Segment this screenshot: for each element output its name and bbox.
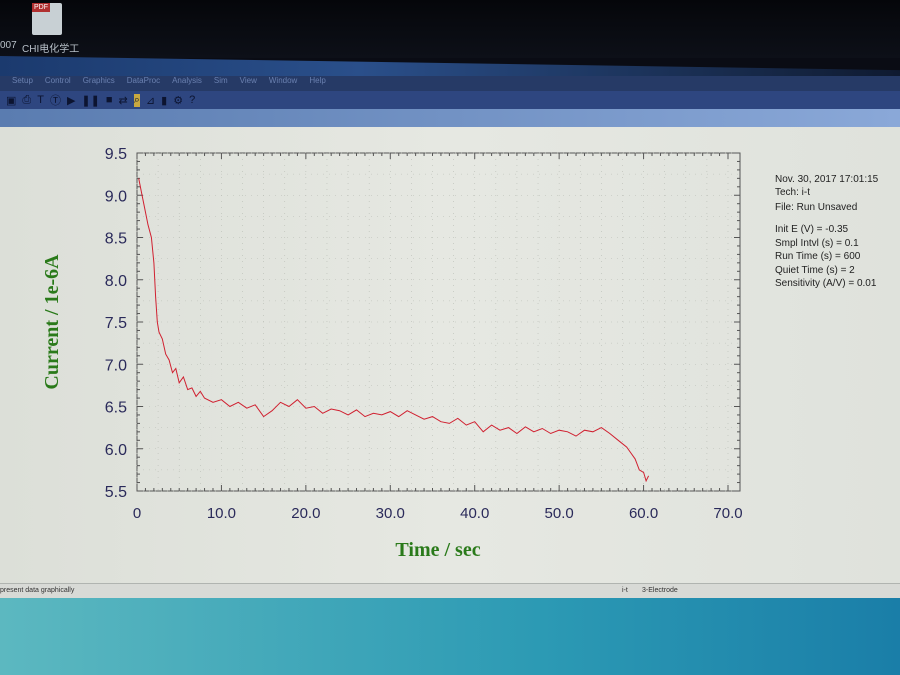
x-tick-label: 70.0 [713,505,742,522]
y-tick-label: 5.5 [105,484,127,501]
y-tick-label: 7.0 [105,357,127,374]
info-param: Init E (V) = -0.35 [775,224,849,235]
current-series-line [138,178,650,483]
y-tick-label: 6.0 [105,442,127,459]
status-text: present data graphically [0,587,75,594]
y-tick-label: 8.0 [105,273,127,290]
x-tick-label: 60.0 [629,505,658,522]
y-tick-label: 6.5 [105,400,127,417]
x-tick-label: 50.0 [545,505,574,522]
desktop [0,598,900,675]
status-tech: i-t [622,587,628,594]
info-param: Sensitivity (A/V) = 0.01 [775,278,877,289]
info-param: Smpl Intvl (s) = 0.1 [775,237,859,249]
info-param: Quiet Time (s) = 2 [775,264,855,276]
x-tick-label: 10.0 [207,505,236,522]
x-tick-label: 0 [133,505,141,522]
x-tick-label: 30.0 [376,505,405,522]
status-bar: present data graphically i-t 3-Electrode [0,583,900,599]
info-file: File: Run Unsaved [775,202,858,213]
y-tick-label: 9.0 [105,188,127,205]
info-tech: Tech: i-t [775,187,811,198]
y-axis-label: Current / 1e-6A [41,254,63,390]
y-tick-label: 7.5 [105,315,127,332]
x-axis-label: Time / sec [395,539,480,561]
x-tick-label: 40.0 [460,505,489,522]
y-tick-label: 8.5 [105,231,127,248]
status-mode: 3-Electrode [642,587,678,594]
info-param: Run Time (s) = 600 [775,251,861,262]
info-date: Nov. 30, 2017 17:01:15 [775,174,879,185]
chart: 0 10.0 20.0 30.0 40.0 50.0 60.0 70.0 5.5 6.0 6.5 7.… [41,146,743,561]
y-tick-label: 9.5 [105,146,127,163]
x-tick-label: 20.0 [291,505,320,522]
